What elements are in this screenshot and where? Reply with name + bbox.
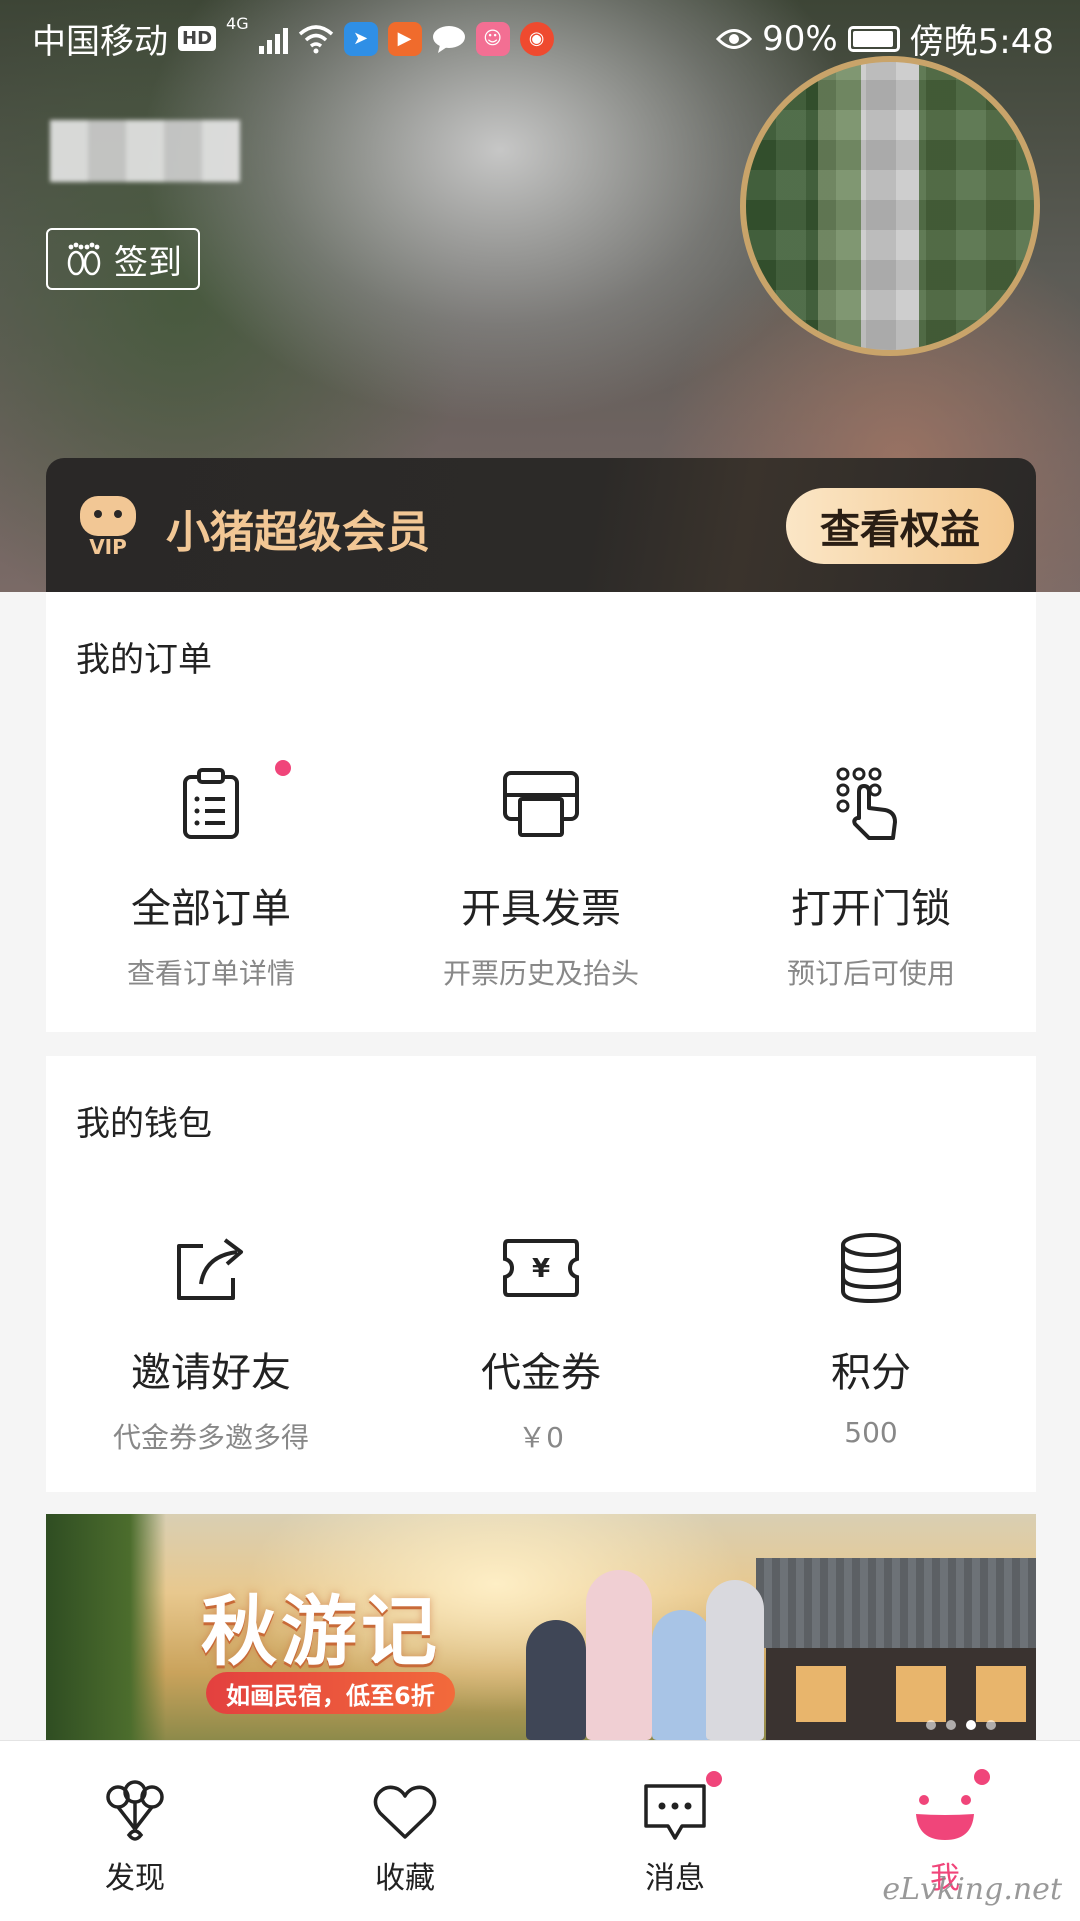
vip-title: 小猪超级会员 (166, 507, 430, 558)
svg-text:VIP: VIP (89, 535, 127, 558)
maps-app-icon: ➤ (343, 21, 378, 56)
messages-notification-dot (706, 1771, 722, 1787)
all-orders-entry[interactable]: 全部订单 查看订单详情 (46, 760, 376, 992)
banner-tag: 如画民宿，低至6折 (206, 1672, 455, 1714)
invite-friends-sub: 代金券多邀多得 (112, 1421, 309, 1454)
signal-icon (258, 24, 288, 54)
battery-percent: 90% (762, 18, 838, 59)
points-entry[interactable]: 积分 500 (706, 1226, 1036, 1456)
wifi-icon (298, 24, 333, 53)
heart-icon (373, 1785, 437, 1839)
bottom-tab-bar: 发现 收藏 消息 我 eLvking.net (0, 1740, 1080, 1921)
invite-friends-label: 邀请好友 (131, 1350, 291, 1396)
footprints-icon (67, 242, 101, 276)
points-label: 积分 (831, 1350, 911, 1396)
status-left: 中国移动 HD 4G ➤ ▶ ☺ ◉ (32, 14, 554, 63)
eye-comfort-icon (716, 28, 753, 49)
me-notification-dot (974, 1769, 990, 1785)
tab-discover[interactable]: 发现 (0, 1741, 270, 1921)
banner-pager (926, 1720, 996, 1730)
invoice-printer-icon (503, 771, 579, 837)
pig-app-icon: ☺ (475, 21, 510, 56)
orders-title: 我的订单 (76, 640, 212, 680)
wallet-card: 我的钱包 邀请好友 代金券多邀多得 ¥ 代金券 ￥0 积分 500 (46, 1056, 1036, 1492)
keypad-touch-icon (836, 767, 897, 840)
site-watermark: eLvking.net (882, 1872, 1062, 1907)
wallet-title: 我的钱包 (76, 1104, 212, 1144)
banner-people-image (516, 1554, 766, 1740)
door-lock-sub: 预订后可使用 (786, 957, 955, 990)
voucher-ticket-icon: ¥ (503, 1239, 579, 1297)
invite-friends-entry[interactable]: 邀请好友 代金券多邀多得 (46, 1226, 376, 1456)
view-benefits-button[interactable]: 查看权益 (786, 488, 1014, 564)
tab-favorites[interactable]: 收藏 (270, 1741, 540, 1921)
battery-icon (847, 25, 900, 52)
tab-messages-label: 消息 (645, 1861, 705, 1896)
tab-favorites-label: 收藏 (375, 1861, 435, 1896)
all-orders-sub: 查看订单详情 (126, 957, 295, 990)
voucher-label: 代金券 (481, 1350, 601, 1396)
signin-button[interactable]: 签到 (46, 228, 200, 290)
red-app-icon: ◉ (519, 21, 554, 56)
vip-pig-logo-icon: VIP (80, 496, 136, 558)
tab-discover-label: 发现 (105, 1861, 165, 1896)
banner-house-image (756, 1558, 1036, 1740)
svg-text:¥: ¥ (532, 1254, 550, 1284)
chat-bubble-icon (644, 1784, 706, 1840)
balloons-icon (106, 1780, 164, 1841)
door-lock-label: 打开门锁 (791, 886, 951, 932)
banner-tree (46, 1514, 166, 1740)
avatar[interactable] (740, 56, 1040, 356)
profile-header: 中国移动 HD 4G ➤ ▶ ☺ ◉ 90% 傍晚5:48 签到 VIP 小猪超… (0, 0, 1080, 592)
signin-label: 签到 (114, 242, 182, 283)
video-app-icon: ▶ (387, 21, 422, 56)
all-orders-label: 全部订单 (131, 886, 291, 932)
orders-notification-dot (275, 760, 291, 776)
banner-title: 秋游记 (201, 1587, 441, 1676)
tab-messages[interactable]: 消息 (540, 1741, 810, 1921)
clipboard-list-icon (183, 768, 239, 839)
invoice-entry[interactable]: 开具发票 开票历史及抬头 (376, 762, 706, 992)
promo-banner[interactable]: 秋游记 如画民宿，低至6折 (46, 1514, 1036, 1740)
coins-stack-icon (841, 1233, 901, 1304)
share-arrow-icon (177, 1238, 243, 1300)
hd-badge: HD (178, 26, 217, 51)
username-blurred[interactable] (50, 120, 240, 182)
invoice-label: 开具发票 (461, 886, 621, 932)
door-lock-entry[interactable]: 打开门锁 预订后可使用 (706, 762, 1036, 992)
orders-card: 我的订单 全部订单 查看订单详情 开具发票 开票历史及抬头 打开门锁 预订后可使… (46, 592, 1036, 1032)
clock: 傍晚5:48 (909, 22, 1054, 62)
network-type: 4G (226, 14, 249, 33)
vip-membership-bar[interactable]: VIP 小猪超级会员 查看权益 (46, 458, 1036, 592)
voucher-balance: ￥0 (518, 1421, 564, 1454)
smiley-pig-icon (916, 1795, 974, 1840)
points-value: 500 (844, 1416, 898, 1449)
message-app-icon (432, 22, 466, 56)
voucher-entry[interactable]: ¥ 代金券 ￥0 (376, 1226, 706, 1456)
carrier-name: 中国移动 (32, 22, 168, 62)
invoice-sub: 开票历史及抬头 (442, 957, 639, 990)
